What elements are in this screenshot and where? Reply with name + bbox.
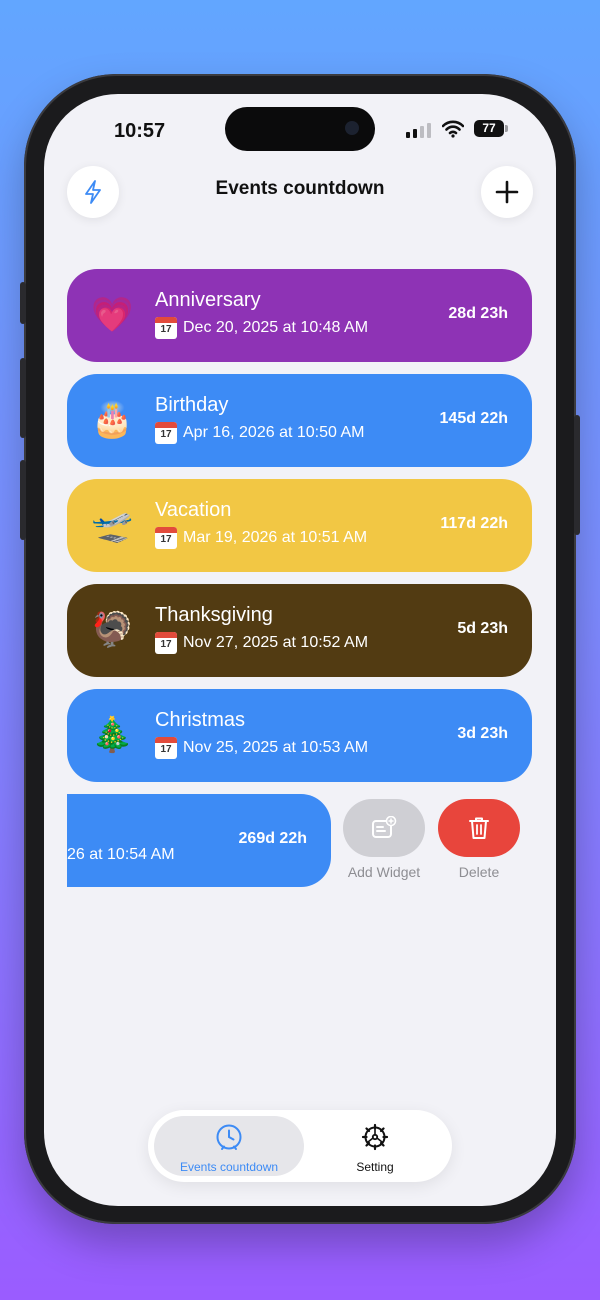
event-countdown: 117d 22h xyxy=(440,515,508,532)
camera-icon xyxy=(345,121,359,135)
calendar-icon: 17 xyxy=(155,527,177,549)
event-card-swiped[interactable]: 269d 22h 26 at 10:54 AM xyxy=(67,794,331,887)
battery-tip xyxy=(505,125,508,132)
event-name: Vacation xyxy=(155,499,232,521)
event-card-christmas[interactable]: 🎄 Christmas 17 Nov 25, 2025 at 10:53 AM … xyxy=(67,689,532,782)
event-countdown: 145d 22h xyxy=(439,410,508,427)
event-date: 17 Nov 27, 2025 at 10:52 AM xyxy=(155,632,368,654)
event-card-thanksgiving[interactable]: 🦃 Thanksgiving 17 Nov 27, 2025 at 10:52 … xyxy=(67,584,532,677)
cellular-signal-icon xyxy=(406,122,431,138)
clock-icon xyxy=(216,1124,242,1150)
tab-label: Events countdown xyxy=(179,1160,279,1174)
action-button xyxy=(20,282,26,324)
event-date: 17 Nov 25, 2025 at 10:53 AM xyxy=(155,737,368,759)
gear-icon xyxy=(361,1123,389,1151)
event-card-anniversary[interactable]: 💗 Anniversary 17 Dec 20, 2025 at 10:48 A… xyxy=(67,269,532,362)
event-card-vacation[interactable]: 🛫 Vacation 17 Mar 19, 2026 at 10:51 AM 1… xyxy=(67,479,532,572)
event-name: Anniversary xyxy=(155,289,261,311)
delete-label: Delete xyxy=(458,864,500,880)
add-widget-label: Add Widget xyxy=(347,864,421,880)
trash-icon xyxy=(469,817,489,839)
add-event-button[interactable] xyxy=(481,166,533,218)
status-bar: 10:57 77 xyxy=(44,94,556,164)
event-countdown: 5d 23h xyxy=(457,620,508,637)
tab-label: Setting xyxy=(356,1160,394,1174)
event-name: Thanksgiving xyxy=(155,604,273,626)
calendar-icon: 17 xyxy=(155,632,177,654)
delete-button[interactable] xyxy=(438,799,520,857)
tab-events-countdown[interactable]: Events countdown xyxy=(154,1116,304,1176)
airplane-icon: 🛫 xyxy=(91,506,134,544)
volume-up-button xyxy=(20,358,26,438)
battery-icon: 77 xyxy=(474,120,504,137)
event-name: Birthday xyxy=(155,394,229,416)
page-title: Events countdown xyxy=(215,178,385,199)
event-countdown: 269d 22h xyxy=(238,830,307,847)
event-date: 17 Apr 16, 2026 at 10:50 AM xyxy=(155,422,364,444)
screen: 10:57 77 Events countdown 💗 Anniversary … xyxy=(44,94,556,1206)
event-countdown: 28d 23h xyxy=(448,305,508,322)
add-widget-icon xyxy=(372,816,397,838)
tab-bar: Events countdown Setting xyxy=(148,1110,452,1182)
power-button xyxy=(574,415,580,535)
event-date: 26 at 10:54 AM xyxy=(67,846,175,863)
event-date: 17 Mar 19, 2026 at 10:51 AM xyxy=(155,527,367,549)
add-widget-action[interactable]: Add Widget xyxy=(343,799,425,880)
wifi-icon xyxy=(442,120,464,138)
christmas-tree-icon: 🎄 xyxy=(91,716,134,754)
event-card-birthday[interactable]: 🎂 Birthday 17 Apr 16, 2026 at 10:50 AM 1… xyxy=(67,374,532,467)
add-widget-button[interactable] xyxy=(343,799,425,857)
event-date: 17 Dec 20, 2025 at 10:48 AM xyxy=(155,317,368,339)
delete-action[interactable]: Delete xyxy=(438,799,520,880)
event-name: Christmas xyxy=(155,709,246,731)
event-countdown: 3d 23h xyxy=(457,725,508,742)
plus-icon xyxy=(495,180,519,204)
tab-setting[interactable]: Setting xyxy=(304,1116,446,1176)
volume-down-button xyxy=(20,460,26,540)
status-time: 10:57 xyxy=(114,120,166,142)
dynamic-island xyxy=(225,107,375,151)
calendar-icon: 17 xyxy=(155,317,177,339)
calendar-icon: 17 xyxy=(155,422,177,444)
cake-icon: 🎂 xyxy=(91,401,134,439)
heart-icon: 💗 xyxy=(91,296,134,334)
turkey-icon: 🦃 xyxy=(91,611,134,649)
calendar-icon: 17 xyxy=(155,737,177,759)
